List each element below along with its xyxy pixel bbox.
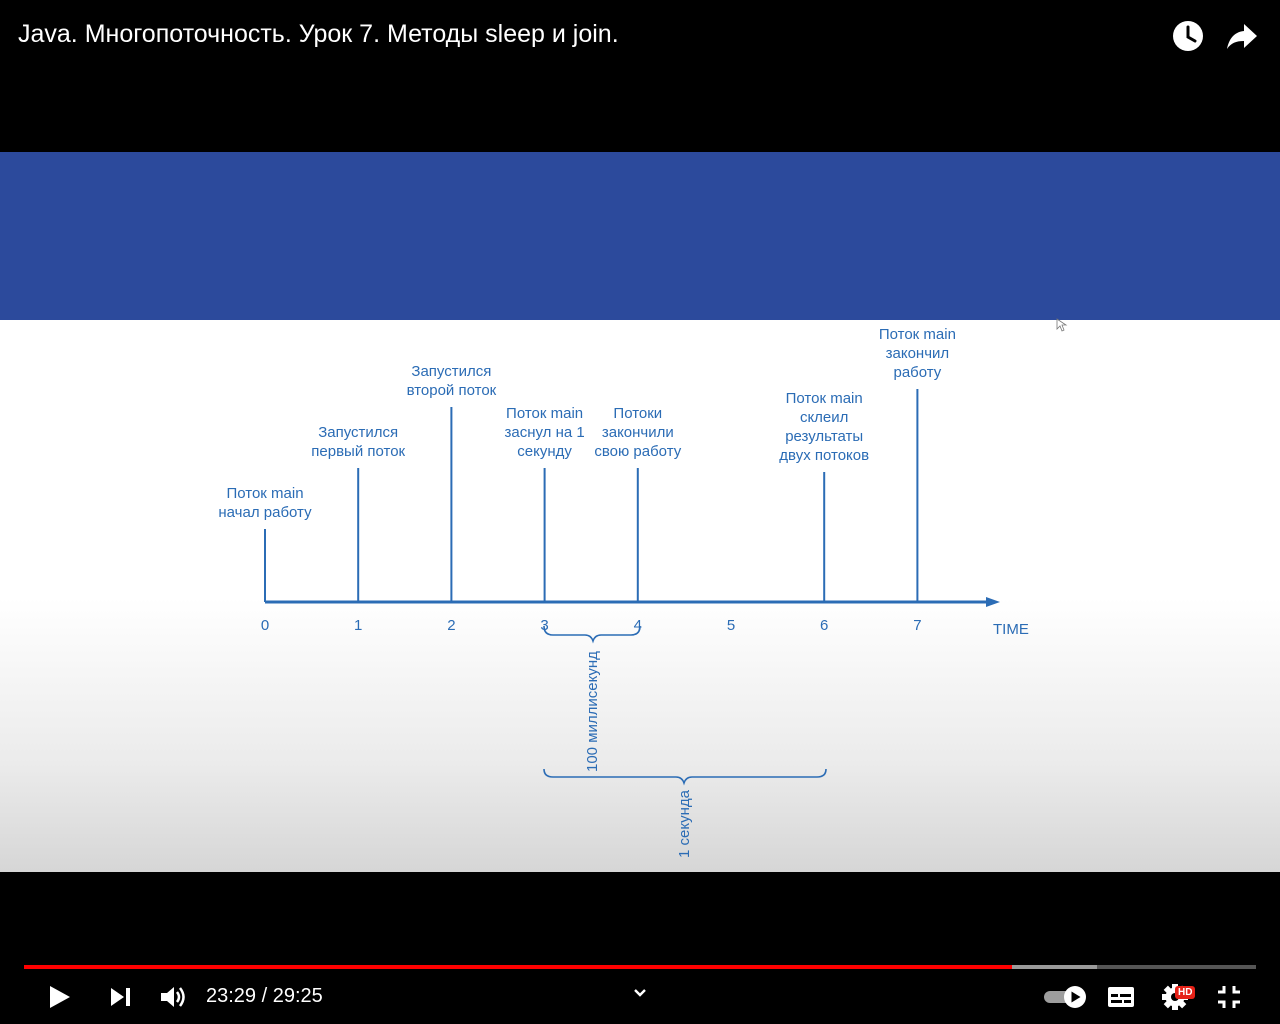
event-label-6-line-0: Поток main <box>786 390 863 407</box>
event-label-3-line-0: Поток main <box>506 405 583 422</box>
event-label-1-line-1: первый поток <box>311 443 405 460</box>
event-label-4-line-0: Потоки <box>613 405 662 422</box>
event-label-0-line-1: начал работу <box>218 504 312 521</box>
event-label-6-line-2: результаты <box>785 428 863 445</box>
event-label-6-line-1: склеил <box>800 409 848 426</box>
event-label-3-line-2: секунду <box>517 443 572 460</box>
event-label-1-line-0: Запустился <box>318 424 398 441</box>
subtitles-icon[interactable] <box>1106 983 1136 1011</box>
time-axis-arrow <box>986 597 1000 607</box>
tick-label-6: 6 <box>820 617 828 634</box>
progress-played <box>24 965 1013 969</box>
volume-icon[interactable] <box>158 982 188 1012</box>
clock-icon[interactable] <box>1170 18 1206 54</box>
time-display: 23:29 / 29:25 <box>206 985 323 1007</box>
event-label-3-line-1: заснул на 1 <box>504 424 584 441</box>
tick-labels: 01234567 <box>261 617 922 634</box>
next-icon[interactable] <box>106 983 134 1011</box>
tick-label-0: 0 <box>261 617 269 634</box>
event-label-6-line-3: двух потоков <box>779 447 869 464</box>
video-frame[interactable]: TIME 01234567 Поток main начал работу Запу… <box>0 152 1280 872</box>
autoplay-toggle[interactable] <box>1042 983 1090 1011</box>
progress-bar[interactable] <box>24 965 1256 969</box>
event-label-7-line-0: Поток main <box>879 326 956 343</box>
tick-label-2: 2 <box>447 617 455 634</box>
brace-long-label: 1 секунда <box>676 789 693 858</box>
event-label-7-line-2: работу <box>893 364 941 381</box>
tick-label-5: 5 <box>727 617 735 634</box>
event-label-4-line-1: закончили <box>602 424 674 441</box>
mouse-cursor <box>1056 318 1068 332</box>
share-icon[interactable] <box>1224 18 1260 54</box>
exit-fullscreen-icon[interactable] <box>1214 982 1244 1012</box>
event-markers: Поток main начал работу Запустился первый п… <box>218 326 956 602</box>
video-title[interactable]: Java. Многопоточность. Урок 7. Методы sl… <box>18 20 619 49</box>
event-label-4-line-2: свою работу <box>594 443 681 460</box>
brace-short <box>543 625 641 644</box>
brace-short-label: 100 миллисекунд <box>584 651 601 772</box>
tick-label-1: 1 <box>354 617 362 634</box>
play-icon[interactable] <box>44 982 74 1012</box>
event-label-0-line-0: Поток main <box>226 485 303 502</box>
event-label-2-line-1: второй поток <box>407 382 497 399</box>
timeline-diagram: TIME 01234567 Поток mainначал работуЗапу… <box>218 318 1068 858</box>
chevron-down-icon[interactable] <box>630 985 650 1001</box>
tick-label-7: 7 <box>913 617 921 634</box>
event-label-7-line-1: закончил <box>886 345 950 362</box>
event-label-2-line-0: Запустился <box>411 363 491 380</box>
hd-badge: HD <box>1175 986 1196 999</box>
time-axis-label: TIME <box>993 621 1029 638</box>
